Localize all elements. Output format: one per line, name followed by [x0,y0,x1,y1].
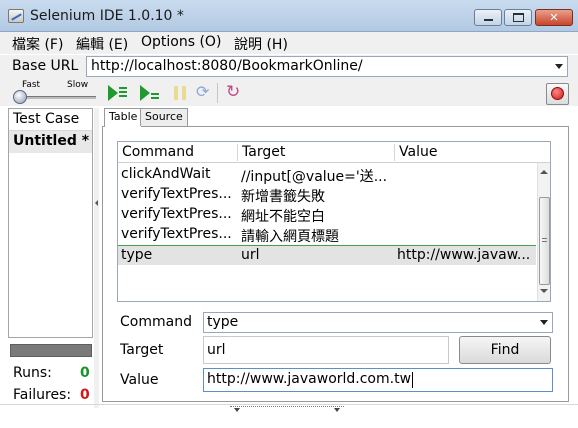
commands-table: Command Target Value clickAndWait //inpu… [117,141,551,302]
cell-target: 請輸入網頁標題 [241,229,339,245]
chevron-down-icon[interactable] [555,64,563,69]
window-title: Selenium IDE 1.0.10 * [30,8,184,24]
test-case-item-label: Untitled * [13,133,90,149]
bottom-splitter[interactable] [230,406,344,412]
step-icon [194,82,212,101]
play-test-button[interactable] [140,85,160,101]
command-value: type [207,314,239,330]
table-row[interactable]: clickAndWait //input[@value='送... [118,165,536,185]
test-case-panel: Test Case Untitled * [8,108,93,338]
play-suite-bars [119,87,127,99]
base-url-field[interactable]: http://localhost:8080/BookmarkOnline/ [86,56,568,77]
scroll-up-icon[interactable] [540,170,548,174]
find-button-label: Find [490,342,520,358]
cell-target: //input[@value='送... [241,169,388,185]
play-suite-button[interactable] [108,85,128,101]
speed-slider[interactable] [16,96,96,99]
chevron-down-icon[interactable] [540,320,548,325]
cell-command: type [121,247,153,263]
target-value: url [207,342,226,358]
speed-slow-label: Slow [67,80,89,90]
table-scrollbar[interactable] [537,163,550,301]
column-header-target[interactable]: Target [242,144,285,160]
column-header-value[interactable]: Value [399,144,437,160]
grip-icon [542,238,547,244]
close-icon: ✕ [549,11,559,24]
step-button[interactable] [194,82,214,101]
rollup-icon: ↻ [226,82,241,102]
runs-count: 0 [80,365,90,381]
scroll-down-icon[interactable] [540,289,548,293]
value-field[interactable]: http://www.javaworld.com.tw [203,368,553,392]
menu-edit[interactable]: 編輯 (E) [76,34,128,54]
close-button[interactable]: ✕ [535,9,573,26]
record-icon [551,87,564,100]
table-row[interactable]: verifyTextPres... 新增書籤失敗 [118,185,536,205]
failures-count: 0 [80,387,90,403]
speed-slider-handle[interactable] [13,90,27,104]
cell-command: verifyTextPres... [121,226,232,242]
title-bar: Selenium IDE 1.0.10 * ✕ [0,0,578,32]
progress-bar [10,344,92,357]
cell-target: 網址不能空白 [241,209,325,225]
pause-button[interactable] [172,85,192,101]
minimize-icon [484,19,493,21]
play-suite-icon [108,85,118,101]
maximize-icon [513,13,524,22]
cell-value: http://www.javaw... [397,247,531,263]
tab-source[interactable]: Source [140,108,188,126]
base-url-label: Base URL [12,58,79,74]
menu-bar: 檔案 (F) 編輯 (E) Options (O) 說明 (H) [0,32,578,54]
play-test-bars [151,93,159,99]
table-row-selected[interactable]: type url http://www.javaw... [118,245,536,265]
table-header: Command Target Value [118,142,550,163]
table-row[interactable]: verifyTextPres... 請輸入網頁標題 [118,225,536,245]
find-button[interactable]: Find [459,336,551,364]
rollup-button[interactable]: ↻ [226,82,246,102]
menu-help[interactable]: 說明 (H) [234,34,288,54]
cell-target: 新增書籤失敗 [241,189,325,205]
value-label: Value [120,372,159,388]
test-case-item[interactable]: Untitled * [9,131,92,153]
text-caret [412,372,413,388]
runs-label: Runs: [13,365,52,381]
bottom-divider [0,404,578,405]
menu-options[interactable]: Options (O) [141,34,221,50]
failures-label: Failures: [13,387,72,403]
column-header-command[interactable]: Command [122,144,194,160]
collapse-down-icon[interactable] [234,408,240,412]
minimize-button[interactable] [474,9,502,26]
tab-table[interactable]: Table [104,108,143,127]
speed-fast-label: Fast [22,80,41,90]
base-url-value: http://localhost:8080/BookmarkOnline/ [91,58,363,74]
play-test-icon [140,85,150,101]
column-divider [237,144,238,161]
test-case-header-label: Test Case [13,111,80,127]
collapse-left-icon[interactable] [95,200,98,206]
column-divider [394,144,395,161]
value-text: http://www.javaworld.com.tw [207,371,412,387]
toolbar-separator [217,83,218,103]
cell-command: verifyTextPres... [121,186,232,202]
record-button[interactable] [546,83,569,105]
selenium-app-icon [8,9,24,23]
collapse-down-icon[interactable] [334,408,340,412]
table-row[interactable]: verifyTextPres... 網址不能空白 [118,205,536,225]
command-label: Command [120,314,192,330]
target-label: Target [120,342,164,358]
target-field[interactable]: url [203,336,449,364]
cell-target: url [241,247,260,263]
pause-icon [174,86,186,100]
scrollbar-thumb[interactable] [539,197,550,285]
vertical-splitter[interactable] [94,108,99,408]
command-field[interactable]: type [203,312,553,333]
cell-command: verifyTextPres... [121,206,232,222]
maximize-button[interactable] [504,9,532,26]
base-url-row: Base URL http://localhost:8080/BookmarkO… [0,55,578,79]
toolbar: Fast Slow ↻ [0,79,578,106]
menu-file[interactable]: 檔案 (F) [12,34,63,54]
cell-command: clickAndWait [121,166,211,182]
test-case-header: Test Case [9,109,92,131]
